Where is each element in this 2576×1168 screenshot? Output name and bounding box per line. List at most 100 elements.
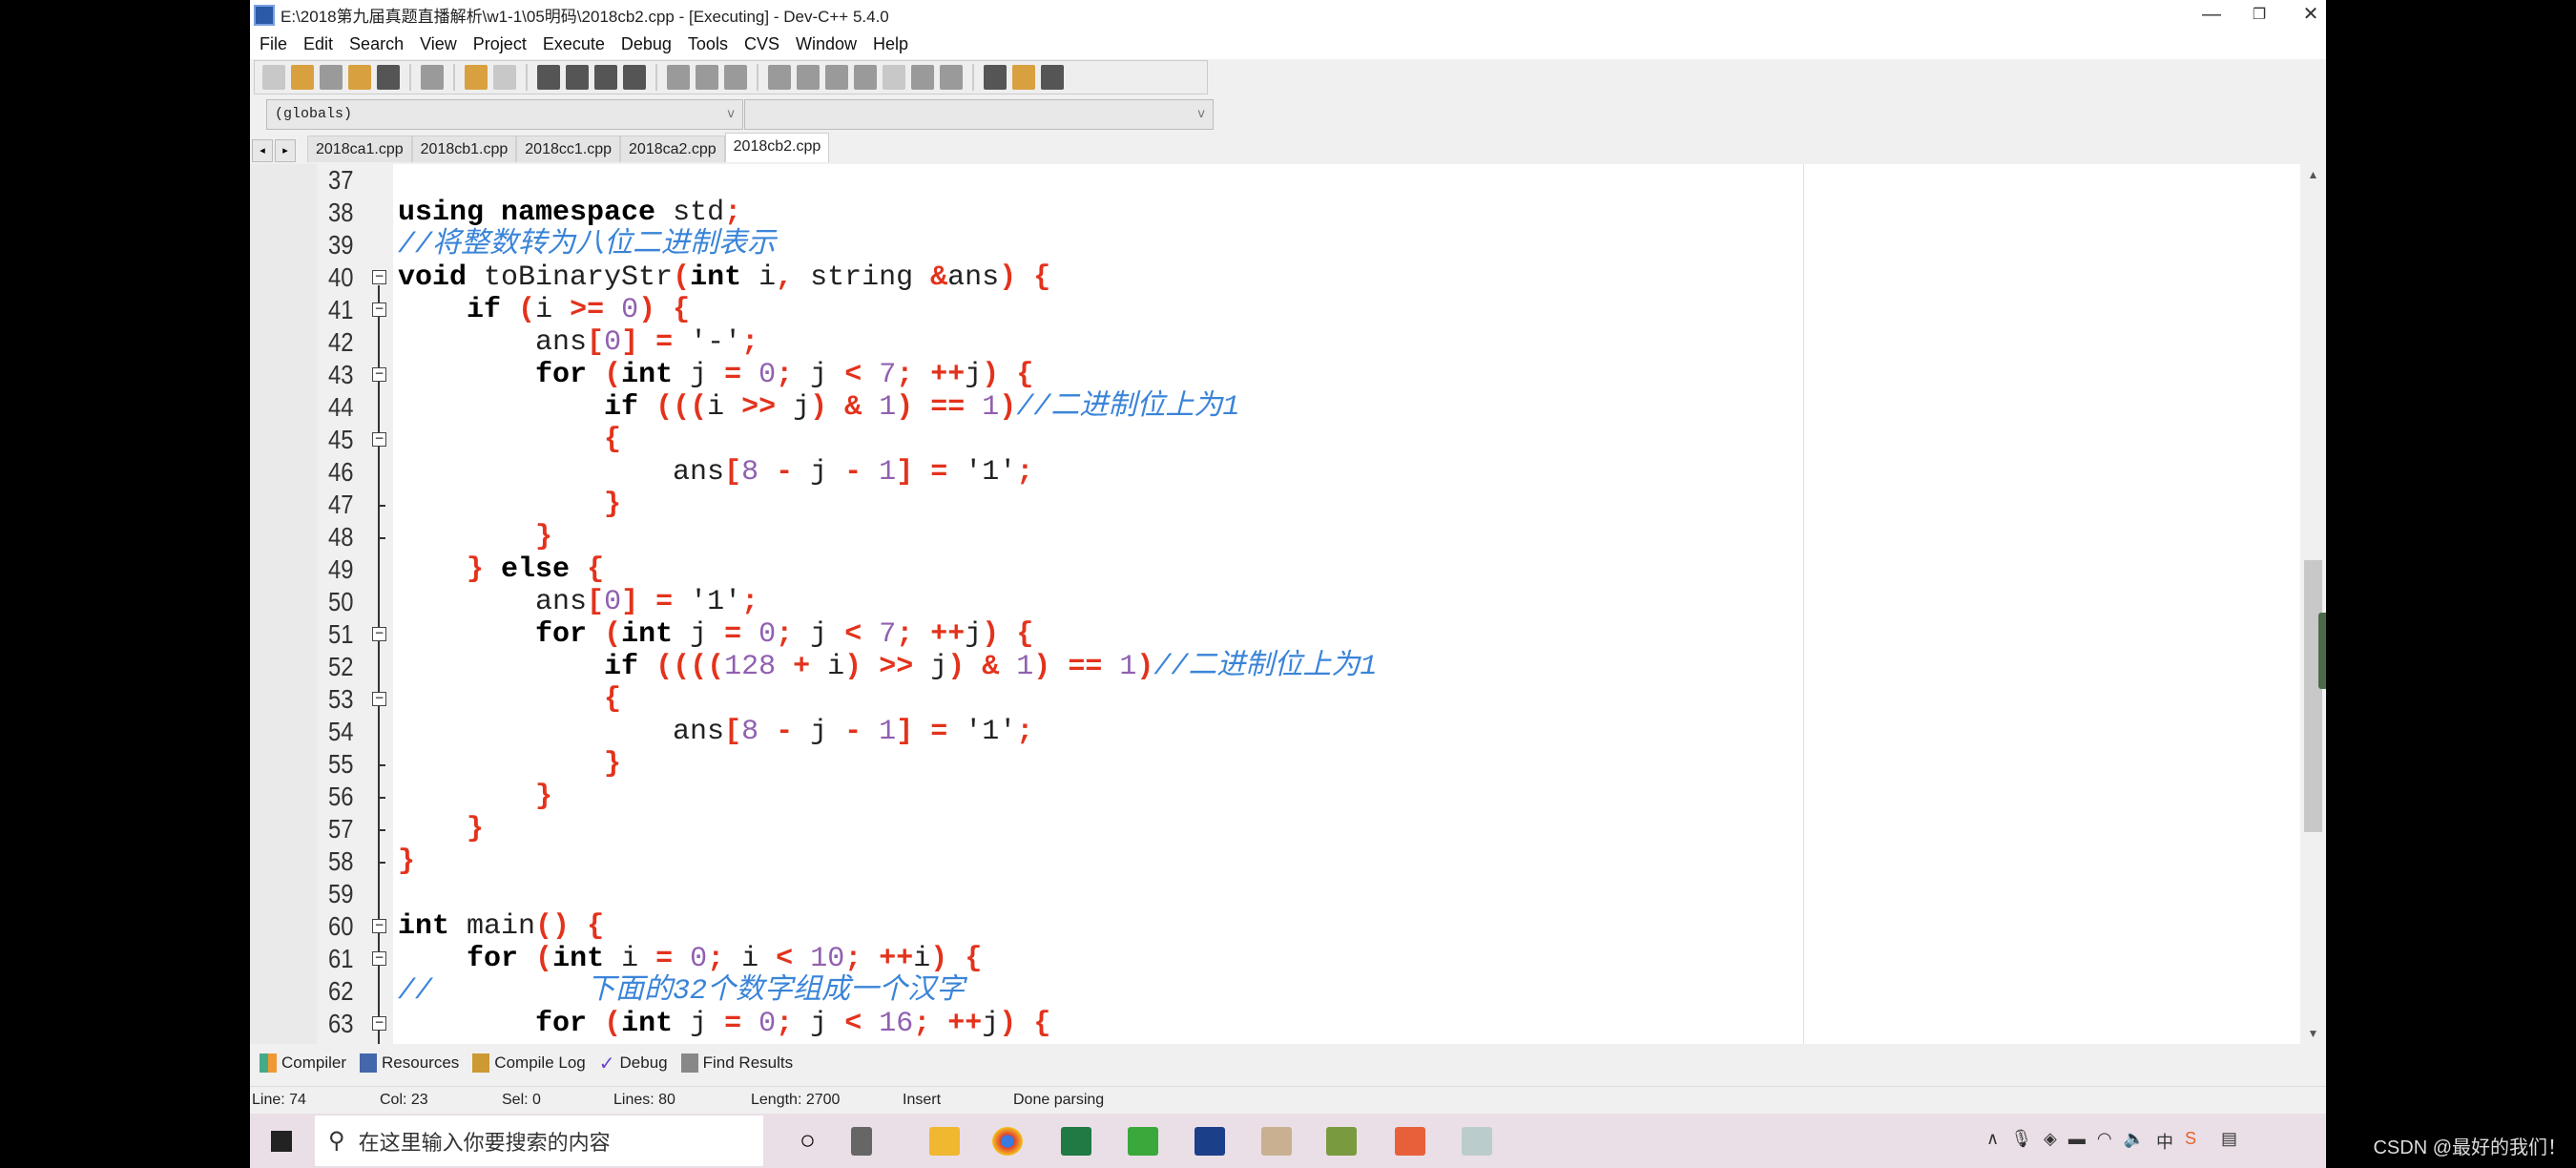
bookmark-prev-icon[interactable] bbox=[667, 65, 690, 90]
menu-item-debug[interactable]: Debug bbox=[621, 34, 672, 54]
fold-toggle-icon[interactable]: − bbox=[372, 951, 386, 966]
menu-item-edit[interactable]: Edit bbox=[303, 34, 333, 54]
close-project-icon[interactable] bbox=[1041, 65, 1064, 90]
menu-item-cvs[interactable]: CVS bbox=[744, 34, 779, 54]
menu-item-help[interactable]: Help bbox=[873, 34, 908, 54]
menu-item-window[interactable]: Window bbox=[796, 34, 857, 54]
code-line[interactable]: 60 − int main() { bbox=[317, 910, 2225, 943]
menu-item-file[interactable]: File bbox=[260, 34, 287, 54]
paint-icon[interactable] bbox=[1261, 1127, 1292, 1156]
tab-compile-log[interactable]: Compile Log bbox=[472, 1053, 586, 1073]
print-icon[interactable] bbox=[421, 65, 444, 90]
code-line[interactable]: 45 − { bbox=[317, 424, 2225, 456]
tab-compiler[interactable]: Compiler bbox=[260, 1053, 346, 1073]
scroll-down-arrow-icon[interactable]: ▼ bbox=[2300, 1027, 2326, 1040]
code-line[interactable]: 53 − { bbox=[317, 683, 2225, 716]
code-line[interactable]: 40 − void toBinaryStr(int i, string &ans) … bbox=[317, 261, 2225, 294]
open-project-icon[interactable] bbox=[1012, 65, 1035, 90]
code-line[interactable]: 54 ans[8 - j - 1] = '1'; bbox=[317, 716, 2225, 748]
volume-icon[interactable]: 🔈 bbox=[2124, 1129, 2145, 1154]
taskbar-search-box[interactable]: ⚲ 在这里输入你要搜索的内容 bbox=[315, 1116, 763, 1166]
camtasia-icon[interactable] bbox=[1128, 1127, 1158, 1156]
image-app-icon[interactable] bbox=[1326, 1127, 1357, 1156]
fold-toggle-icon[interactable]: − bbox=[372, 1016, 386, 1031]
file-tab[interactable]: 2018ca2.cpp bbox=[620, 136, 725, 162]
task-view-icon[interactable] bbox=[851, 1127, 872, 1156]
fold-toggle-icon[interactable]: − bbox=[372, 627, 386, 641]
tab-resources[interactable]: Resources bbox=[360, 1053, 459, 1073]
code-line[interactable]: 61− for (int i = 0; i < 10; ++i) { bbox=[317, 943, 2225, 975]
code-line[interactable]: 52 if ((((128 + i) >> j) & 1) == 1)//二进制… bbox=[317, 651, 2225, 683]
run-icon[interactable] bbox=[797, 65, 820, 90]
class-combo[interactable]: (globals) v bbox=[266, 99, 743, 130]
windows-start-icon[interactable] bbox=[271, 1131, 292, 1152]
code-line[interactable]: 50 ans[0] = '1'; bbox=[317, 586, 2225, 618]
tab-scroll-right-button[interactable]: ▸ bbox=[275, 139, 296, 162]
profile-icon[interactable] bbox=[940, 65, 963, 90]
close-file-icon[interactable] bbox=[377, 65, 400, 90]
indent-icon[interactable] bbox=[594, 65, 617, 90]
ime-indicator[interactable]: 中 bbox=[2156, 1129, 2173, 1154]
code-line[interactable]: 44 if (((i >> j) & 1) == 1)//二进制位上为1 bbox=[317, 391, 2225, 424]
file-tab[interactable]: 2018cb2.cpp bbox=[724, 133, 830, 162]
code-line[interactable]: 41 − if (i >= 0) { bbox=[317, 294, 2225, 326]
file-explorer-icon[interactable] bbox=[929, 1127, 960, 1156]
bookmark-next-icon[interactable] bbox=[696, 65, 718, 90]
menu-item-search[interactable]: Search bbox=[349, 34, 404, 54]
rebuild-icon[interactable] bbox=[854, 65, 877, 90]
code-line[interactable]: 63− for (int j = 0; j < 16; ++j) { bbox=[317, 1008, 2225, 1040]
code-line[interactable]: 42 ans[0] = '-'; bbox=[317, 326, 2225, 359]
code-line[interactable]: 51− for (int j = 0; j < 7; ++j) { bbox=[317, 618, 2225, 651]
side-handle[interactable] bbox=[2318, 613, 2326, 689]
restore-button[interactable]: ❐ bbox=[2231, 0, 2288, 30]
code-line[interactable]: 38 using namespace std; bbox=[317, 197, 2225, 229]
chevron-up-icon[interactable]: ∧ bbox=[1986, 1129, 1999, 1154]
replace-icon[interactable] bbox=[566, 65, 589, 90]
code-line[interactable]: 47 } bbox=[317, 489, 2225, 521]
tab-scroll-left-button[interactable]: ◂ bbox=[252, 139, 273, 162]
debug-icon[interactable] bbox=[911, 65, 934, 90]
code-line[interactable]: 55 } bbox=[317, 748, 2225, 781]
wifi-icon[interactable]: ◠ bbox=[2097, 1129, 2112, 1154]
file-tab[interactable]: 2018ca1.cpp bbox=[307, 136, 412, 162]
code-line[interactable]: 58} bbox=[317, 845, 2225, 878]
app-window-icon[interactable] bbox=[1462, 1127, 1492, 1156]
fold-toggle-icon[interactable]: − bbox=[372, 692, 386, 706]
chrome-icon[interactable] bbox=[992, 1127, 1023, 1156]
code-line[interactable]: 57 } bbox=[317, 813, 2225, 845]
unindent-icon[interactable] bbox=[623, 65, 646, 90]
microphone-icon[interactable]: 🎙 bbox=[2010, 1129, 2032, 1154]
code-line[interactable]: 49 } else { bbox=[317, 553, 2225, 586]
new-file-icon[interactable] bbox=[262, 65, 285, 90]
compile-icon[interactable] bbox=[768, 65, 791, 90]
undo-icon[interactable] bbox=[465, 65, 488, 90]
security-icon[interactable]: ◈ bbox=[2044, 1129, 2057, 1154]
member-combo[interactable]: v bbox=[744, 99, 1214, 130]
cortana-icon[interactable]: ○ bbox=[800, 1125, 816, 1156]
code-line[interactable]: 43− for (int j = 0; j < 7; ++j) { bbox=[317, 359, 2225, 391]
menu-item-tools[interactable]: Tools bbox=[688, 34, 728, 54]
new-project-icon[interactable] bbox=[984, 65, 1007, 90]
menu-item-execute[interactable]: Execute bbox=[543, 34, 605, 54]
fold-toggle-icon[interactable]: − bbox=[372, 919, 386, 933]
fold-toggle-icon[interactable]: − bbox=[372, 432, 386, 447]
fold-toggle-icon[interactable]: − bbox=[372, 270, 386, 284]
menu-item-view[interactable]: View bbox=[420, 34, 457, 54]
code-editor[interactable]: 37 38 using namespace std; 39 //将整数转为八位二进制表示… bbox=[250, 164, 2326, 1044]
tab-find-results[interactable]: Find Results bbox=[680, 1053, 793, 1073]
open-file-icon[interactable] bbox=[291, 65, 314, 90]
code-line[interactable]: 62 // 下面的32个数字组成一个汉字 bbox=[317, 975, 2225, 1008]
code-line[interactable]: 46 ans[8 - j - 1] = '1'; bbox=[317, 456, 2225, 489]
code-line[interactable]: 37 bbox=[317, 164, 2225, 197]
save-icon[interactable] bbox=[320, 65, 343, 90]
scroll-up-arrow-icon[interactable]: ▲ bbox=[2300, 168, 2326, 181]
codeblocks-c-icon[interactable] bbox=[1395, 1127, 1425, 1156]
toggle-bookmark-icon[interactable] bbox=[724, 65, 747, 90]
scrollbar-thumb[interactable] bbox=[2304, 560, 2322, 832]
menu-item-project[interactable]: Project bbox=[473, 34, 527, 54]
fold-toggle-icon[interactable]: − bbox=[372, 302, 386, 317]
excel-icon[interactable] bbox=[1061, 1127, 1091, 1156]
file-tab[interactable]: 2018cb1.cpp bbox=[411, 136, 517, 162]
code-line[interactable]: 39 //将整数转为八位二进制表示 bbox=[317, 229, 2225, 261]
battery-icon[interactable]: ▬ bbox=[2068, 1129, 2086, 1154]
